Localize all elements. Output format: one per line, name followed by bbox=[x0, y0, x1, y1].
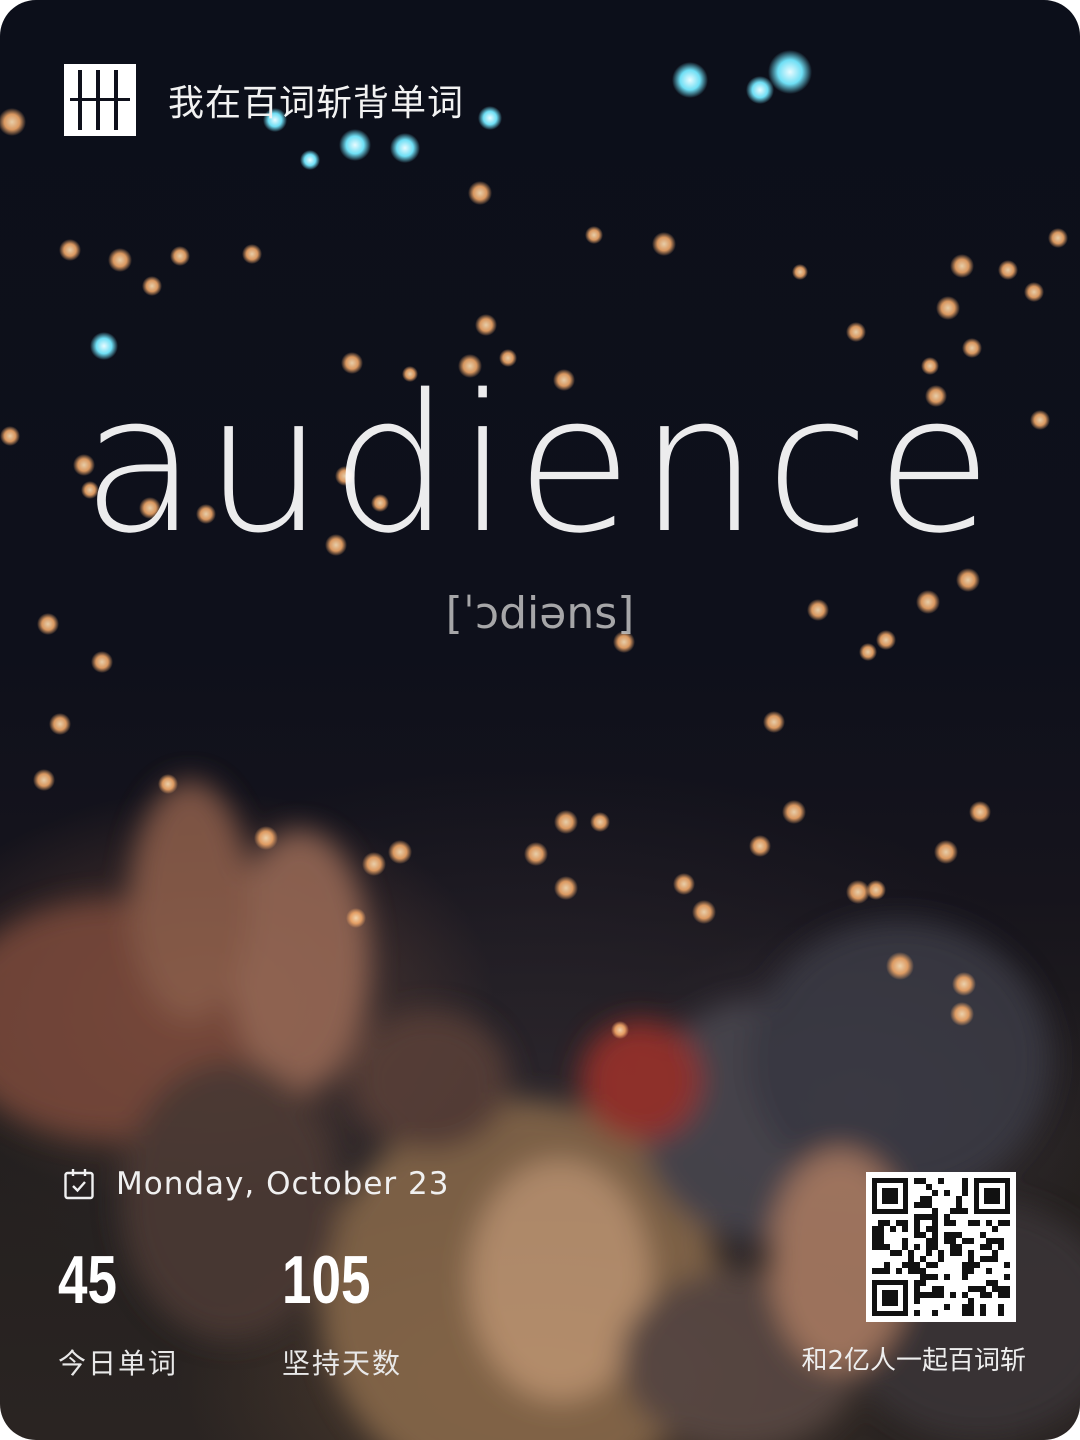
stat-value: 45 bbox=[58, 1242, 117, 1318]
qr-code[interactable] bbox=[866, 1172, 1016, 1322]
qr-caption: 和2亿人一起百词斩 bbox=[801, 1346, 1026, 1376]
phonetic-transcription: [ˈɔdiəns] bbox=[445, 588, 635, 639]
stat-today-words: 45 今日单词 bbox=[58, 1240, 178, 1382]
stat-label: 今日单词 bbox=[58, 1347, 179, 1380]
stat-label: 坚持天数 bbox=[282, 1347, 403, 1380]
date-row: Monday, October 23 bbox=[64, 1166, 449, 1202]
share-card: 我在百词斩背单词 audience [ˈɔdiəns] Monday, Octo… bbox=[0, 0, 1080, 1440]
calendar-check-icon bbox=[64, 1169, 94, 1200]
date-text: Monday, October 23 bbox=[116, 1166, 450, 1202]
header: 我在百词斩背单词 bbox=[64, 64, 464, 136]
baicizhan-logo-icon bbox=[64, 64, 136, 136]
vocabulary-word: audience bbox=[81, 354, 999, 575]
brand-text: 我在百词斩背单词 bbox=[168, 83, 465, 124]
stat-value: 105 bbox=[282, 1242, 371, 1318]
stat-streak-days: 105 坚持天数 bbox=[282, 1240, 402, 1382]
